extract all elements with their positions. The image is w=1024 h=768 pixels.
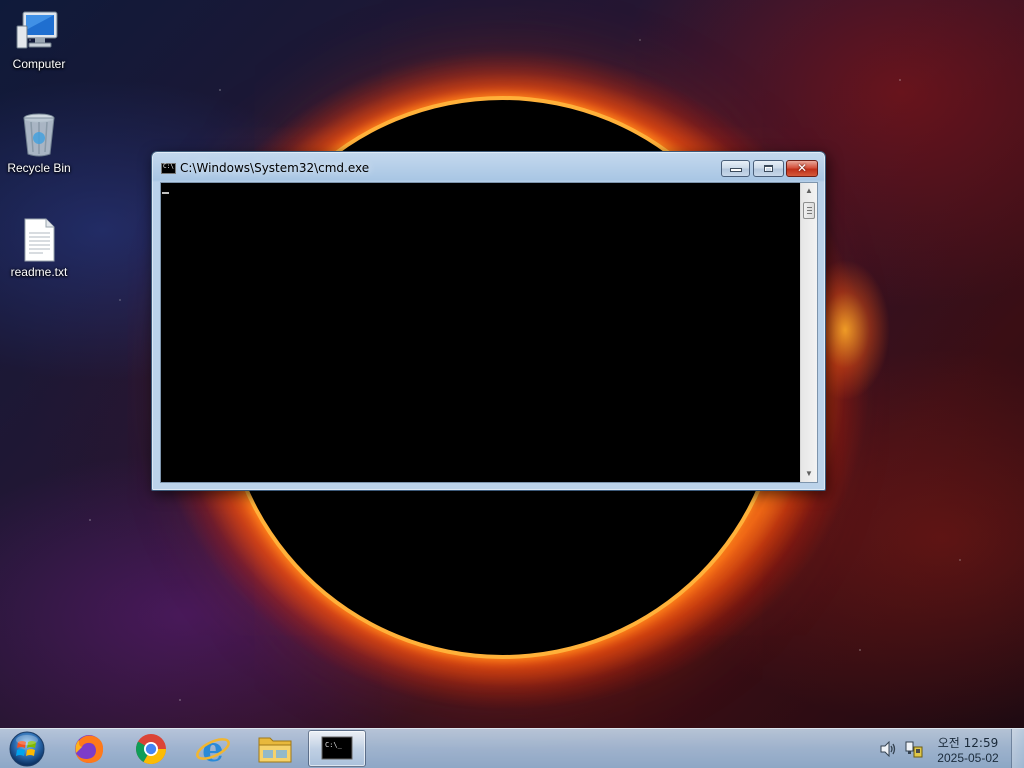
svg-text:e: e bbox=[202, 730, 224, 767]
clock-time[interactable]: 오전 12:59 bbox=[932, 734, 1004, 751]
console-output[interactable]: ▲ ▼ bbox=[160, 182, 818, 483]
desktop-icon-label: Computer bbox=[12, 57, 66, 71]
taskbar-file-explorer[interactable] bbox=[246, 730, 304, 767]
minimize-icon bbox=[731, 169, 741, 171]
command-prompt-icon: C:\ bbox=[161, 163, 176, 174]
scroll-down-arrow-icon[interactable]: ▼ bbox=[801, 466, 817, 482]
desktop-icon-label: readme.txt bbox=[10, 265, 68, 279]
maximize-button[interactable] bbox=[753, 160, 784, 177]
recycle-bin-icon bbox=[23, 113, 55, 157]
taskbar-chrome[interactable] bbox=[122, 730, 180, 767]
volume-icon[interactable] bbox=[880, 741, 898, 757]
close-button[interactable]: ✕ bbox=[786, 160, 818, 177]
command-prompt-glyph: C:\_ bbox=[325, 741, 343, 749]
window-title: C:\Windows\System32\cmd.exe bbox=[180, 161, 370, 175]
text-file-icon bbox=[24, 218, 55, 262]
folder-icon bbox=[258, 737, 292, 763]
network-icon[interactable] bbox=[904, 740, 924, 758]
maximize-icon bbox=[764, 165, 773, 172]
taskbar-internet-explorer[interactable]: e bbox=[184, 730, 242, 768]
close-icon: ✕ bbox=[796, 161, 808, 175]
taskbar-firefox[interactable] bbox=[60, 730, 118, 767]
desktop-icon-recycle-bin[interactable]: Recycle Bin bbox=[1, 112, 77, 175]
computer-icon bbox=[16, 11, 58, 49]
taskbar: e C:\_ 오전 12:59 2025-05-02 bbox=[0, 728, 1024, 768]
desktop-icon-readme[interactable]: readme.txt bbox=[1, 218, 77, 279]
desktop[interactable]: Computer Recycle Bin readme.txt C:\ C:\W… bbox=[0, 0, 1024, 768]
firefox-icon bbox=[75, 735, 104, 763]
cmd-window[interactable]: C:\ C:\Windows\System32\cmd.exe ✕ ▲ ▼ bbox=[151, 151, 826, 491]
scroll-up-arrow-icon[interactable]: ▲ bbox=[801, 183, 817, 199]
system-tray: 오전 12:59 2025-05-02 bbox=[874, 729, 1024, 768]
console-text bbox=[162, 189, 799, 479]
desktop-icon-label: Recycle Bin bbox=[7, 161, 71, 175]
vertical-scrollbar[interactable]: ▲ ▼ bbox=[800, 183, 817, 482]
internet-explorer-icon: e bbox=[196, 730, 230, 768]
desktop-icon-computer[interactable]: Computer bbox=[1, 10, 77, 71]
start-orb-icon bbox=[9, 731, 45, 767]
command-prompt-icon: C:\_ bbox=[321, 736, 353, 760]
minimize-button[interactable] bbox=[721, 160, 750, 177]
clock-date[interactable]: 2025-05-02 bbox=[932, 751, 1004, 765]
start-button[interactable] bbox=[7, 730, 47, 768]
title-bar[interactable]: C:\ C:\Windows\System32\cmd.exe ✕ bbox=[152, 152, 825, 182]
text-cursor bbox=[162, 192, 169, 194]
scrollbar-thumb[interactable] bbox=[803, 202, 815, 219]
chrome-icon bbox=[135, 734, 166, 765]
show-desktop-button[interactable] bbox=[1011, 729, 1024, 768]
taskbar-cmd[interactable]: C:\_ bbox=[308, 730, 366, 767]
